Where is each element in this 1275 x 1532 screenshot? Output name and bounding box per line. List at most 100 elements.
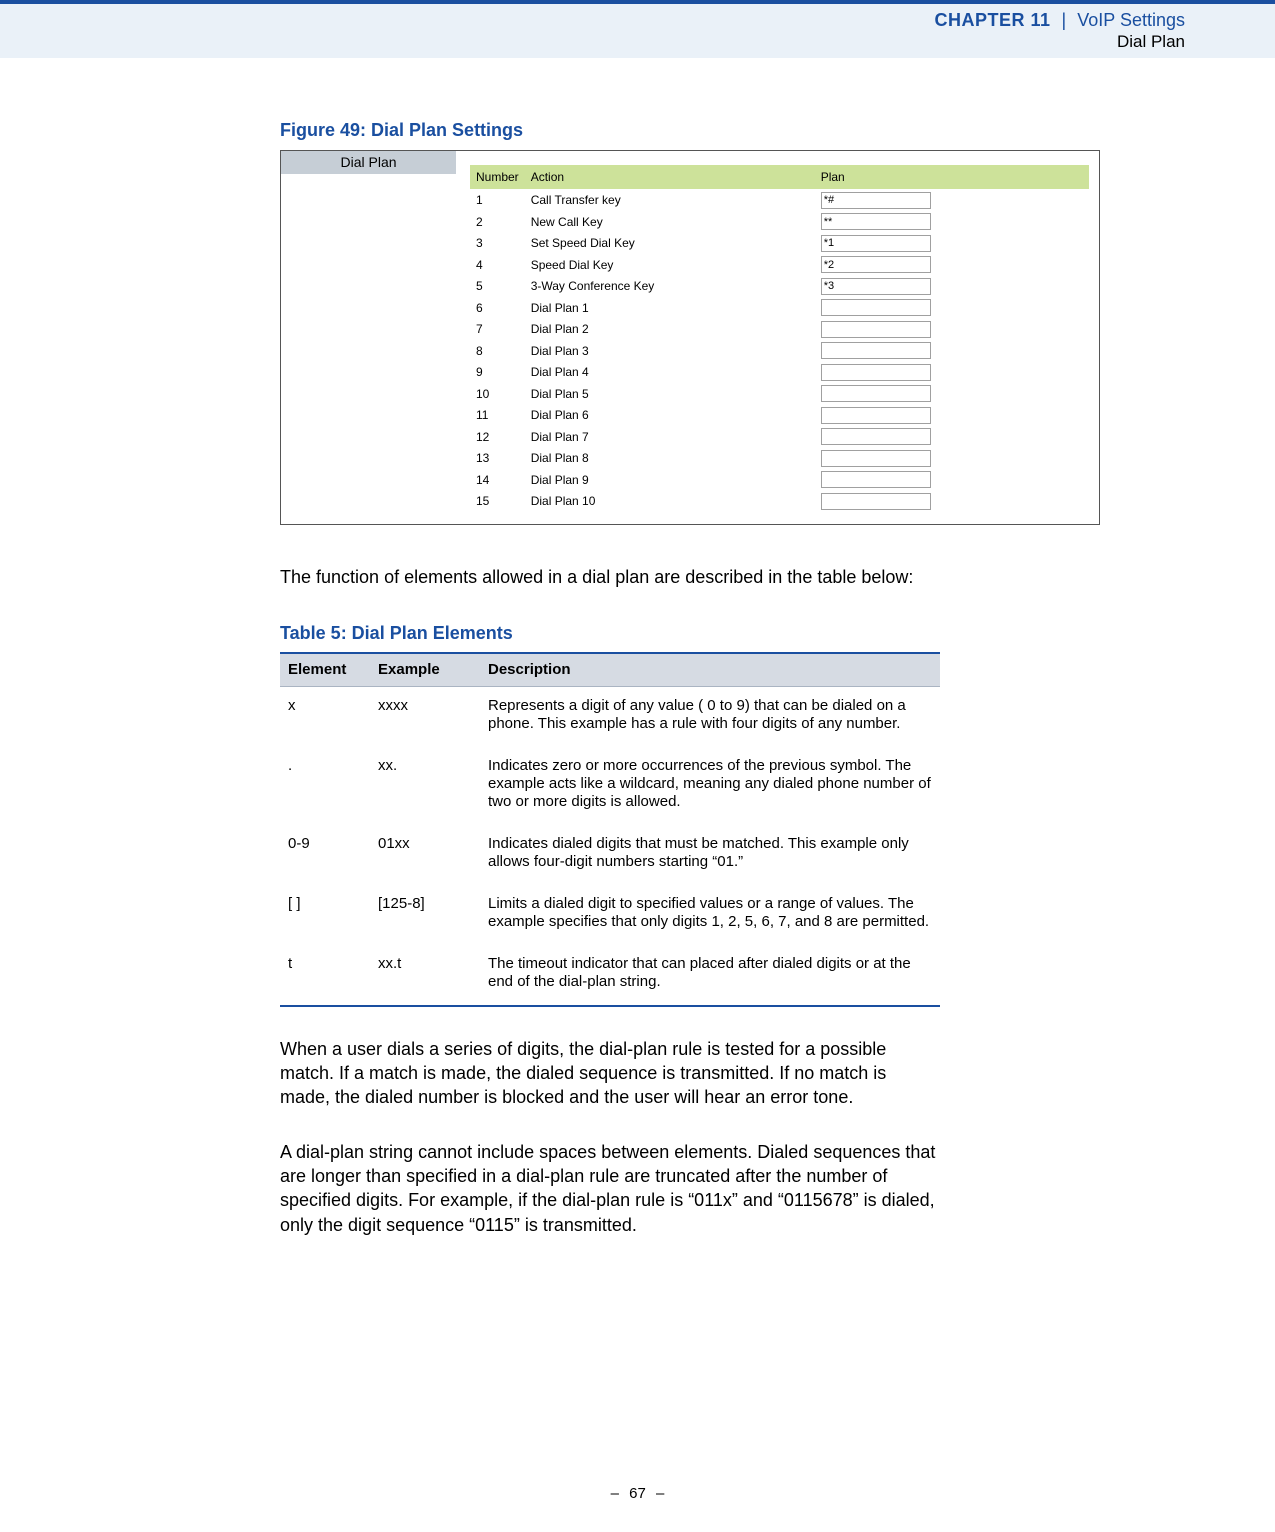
description-cell: Indicates zero or more occurrences of th… [480, 747, 940, 825]
chapter-line: CHAPTER 11 | VoIP Settings [0, 10, 1185, 32]
dial-plan-row: 9Dial Plan 4 [470, 361, 1089, 383]
plan-input[interactable] [821, 299, 931, 316]
dial-plan-number: 2 [470, 211, 525, 233]
dial-plan-row: 14Dial Plan 9 [470, 469, 1089, 491]
dial-plan-row: 11Dial Plan 6 [470, 404, 1089, 426]
plan-input[interactable] [821, 321, 931, 338]
dial-plan-action: Dial Plan 1 [525, 297, 815, 319]
chapter-label: CHAPTER 11 [934, 10, 1050, 30]
dial-plan-table: Number Action Plan 1Call Transfer key2Ne… [470, 165, 1089, 512]
dial-plan-row: 8Dial Plan 3 [470, 340, 1089, 362]
page-header: CHAPTER 11 | VoIP Settings Dial Plan [0, 0, 1275, 58]
paragraph-2: When a user dials a series of digits, th… [280, 1037, 940, 1110]
dial-plan-action: Call Transfer key [525, 189, 815, 211]
dial-plan-action: Set Speed Dial Key [525, 232, 815, 254]
screenshot-main: Number Action Plan 1Call Transfer key2Ne… [456, 151, 1099, 524]
section-title: VoIP Settings [1077, 10, 1185, 30]
dial-plan-number: 5 [470, 275, 525, 297]
dial-plan-action: Dial Plan 2 [525, 318, 815, 340]
description-cell: Indicates dialed digits that must be mat… [480, 825, 940, 885]
dial-plan-action: Speed Dial Key [525, 254, 815, 276]
element-cell: t [280, 945, 370, 1006]
plan-input[interactable] [821, 407, 931, 424]
example-cell: 01xx [370, 825, 480, 885]
dial-plan-plan-cell [815, 297, 1089, 319]
plan-input[interactable] [821, 493, 931, 510]
dial-plan-action: Dial Plan 9 [525, 469, 815, 491]
description-cell: Represents a digit of any value ( 0 to 9… [480, 686, 940, 747]
elements-table: Element Example Description xxxxxReprese… [280, 652, 940, 1007]
dial-plan-action: 3-Way Conference Key [525, 275, 815, 297]
dial-plan-number: 9 [470, 361, 525, 383]
dial-plan-plan-cell [815, 490, 1089, 512]
dial-plan-number: 8 [470, 340, 525, 362]
elements-row: 0-901xxIndicates dialed digits that must… [280, 825, 940, 885]
dial-plan-number: 12 [470, 426, 525, 448]
dial-plan-action: Dial Plan 5 [525, 383, 815, 405]
plan-input[interactable] [821, 278, 931, 295]
example-cell: [125-8] [370, 885, 480, 945]
dial-plan-action: Dial Plan 8 [525, 447, 815, 469]
description-cell: The timeout indicator that can placed af… [480, 945, 940, 1006]
elements-row: txx.tThe timeout indicator that can plac… [280, 945, 940, 1006]
elements-row: [ ][125-8]Limits a dialed digit to speci… [280, 885, 940, 945]
dial-plan-row: 1Call Transfer key [470, 189, 1089, 211]
footer-dash-left: – [605, 1485, 625, 1502]
dial-plan-plan-cell [815, 254, 1089, 276]
dial-plan-row: 10Dial Plan 5 [470, 383, 1089, 405]
dial-plan-row: 53-Way Conference Key [470, 275, 1089, 297]
dial-plan-number: 7 [470, 318, 525, 340]
example-cell: xx.t [370, 945, 480, 1006]
col-plan: Plan [815, 165, 1089, 189]
dial-plan-plan-cell [815, 447, 1089, 469]
dial-plan-plan-cell [815, 383, 1089, 405]
plan-input[interactable] [821, 471, 931, 488]
elements-row: xxxxxRepresents a digit of any value ( 0… [280, 686, 940, 747]
elements-row: .xx.Indicates zero or more occurrences o… [280, 747, 940, 825]
example-cell: xxxx [370, 686, 480, 747]
dial-plan-action: Dial Plan 10 [525, 490, 815, 512]
plan-input[interactable] [821, 256, 931, 273]
dial-plan-panel-title: Dial Plan [281, 151, 456, 174]
plan-input[interactable] [821, 450, 931, 467]
screenshot-sidebar: Dial Plan [281, 151, 456, 524]
dial-plan-number: 13 [470, 447, 525, 469]
dial-plan-row: 15Dial Plan 10 [470, 490, 1089, 512]
dial-plan-row: 2New Call Key [470, 211, 1089, 233]
plan-input[interactable] [821, 385, 931, 402]
dial-plan-plan-cell [815, 361, 1089, 383]
dial-plan-plan-cell [815, 232, 1089, 254]
col-example: Example [370, 653, 480, 687]
example-cell: xx. [370, 747, 480, 825]
plan-input[interactable] [821, 364, 931, 381]
dial-plan-number: 15 [470, 490, 525, 512]
dial-plan-number: 11 [470, 404, 525, 426]
dial-plan-plan-cell [815, 318, 1089, 340]
plan-input[interactable] [821, 428, 931, 445]
dial-plan-plan-cell [815, 189, 1089, 211]
plan-input[interactable] [821, 213, 931, 230]
dial-plan-plan-cell [815, 340, 1089, 362]
description-cell: Limits a dialed digit to specified value… [480, 885, 940, 945]
dial-plan-number: 10 [470, 383, 525, 405]
col-element: Element [280, 653, 370, 687]
plan-input[interactable] [821, 235, 931, 252]
plan-input[interactable] [821, 192, 931, 209]
dial-plan-row: 12Dial Plan 7 [470, 426, 1089, 448]
dial-plan-row: 13Dial Plan 8 [470, 447, 1089, 469]
col-number: Number [470, 165, 525, 189]
col-action: Action [525, 165, 815, 189]
dial-plan-action: Dial Plan 6 [525, 404, 815, 426]
table5-caption: Table 5: Dial Plan Elements [280, 621, 1220, 645]
dial-plan-plan-cell [815, 275, 1089, 297]
dial-plan-number: 3 [470, 232, 525, 254]
plan-input[interactable] [821, 342, 931, 359]
dial-plan-number: 1 [470, 189, 525, 211]
col-description: Description [480, 653, 940, 687]
dial-plan-action: Dial Plan 4 [525, 361, 815, 383]
intro-paragraph: The function of elements allowed in a di… [280, 565, 940, 589]
dial-plan-screenshot: Dial Plan Number Action Plan 1Call Trans… [280, 150, 1100, 525]
figure-caption: Figure 49: Dial Plan Settings [280, 118, 1220, 142]
element-cell: 0-9 [280, 825, 370, 885]
subsection-title: Dial Plan [0, 32, 1185, 52]
